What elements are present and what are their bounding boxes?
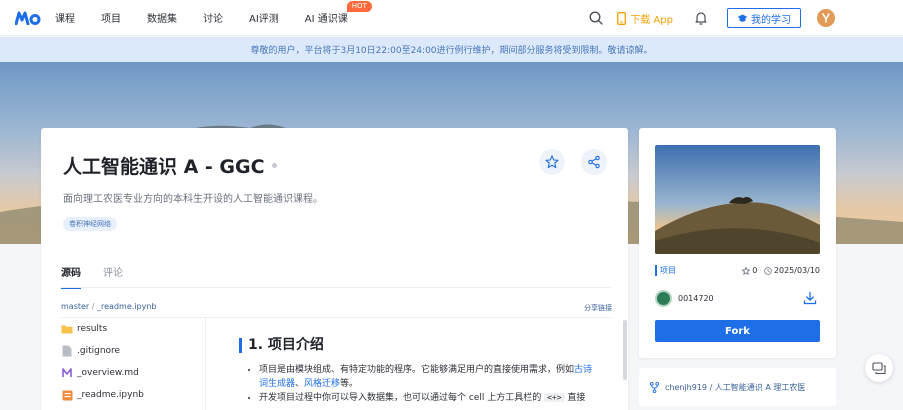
project-date: 2025/03/10 — [773, 266, 820, 275]
readme-bullet: 开发项目过程中你可以导入数据集，也可以通过每个 cell 上方工具栏的 <+> … — [259, 391, 599, 405]
fork-source-link[interactable]: chenjh919 / 人工智能通识 A 理工农医 — [665, 382, 805, 393]
file-row[interactable]: results — [61, 318, 205, 340]
readme-scrollbar[interactable] — [623, 320, 627, 380]
readme-list: 项目是由模块组成、有特定功能的程序。它能够满足用户的直接使用需求，例如古诗词生成… — [239, 363, 599, 405]
file-name: results — [77, 324, 108, 334]
folder-icon — [61, 323, 73, 335]
nav-discussion[interactable]: 讨论 — [203, 10, 223, 25]
nav-courses[interactable]: 课程 — [55, 10, 75, 25]
my-study-label: 我的学习 — [751, 14, 791, 26]
fork-button[interactable]: Fork — [655, 320, 820, 342]
project-info-card: 项目 0 · 2025/03/10 0014720 Fork — [639, 128, 836, 358]
tabs-divider — [61, 287, 611, 288]
bullet-text: 开发项目过程中你可以导入数据集，也可以通过每个 cell 上方工具栏的 — [259, 393, 542, 403]
owner-row: 0014720 — [655, 289, 820, 307]
nav-ai-course-label: AI 通识课 — [304, 14, 348, 25]
project-description: 面向理工农医专业方向的本科生开设的人工智能通识课程。 — [63, 194, 323, 205]
hot-badge: HOT — [346, 1, 372, 12]
share-icon — [588, 155, 600, 169]
star-button[interactable] — [539, 149, 565, 175]
graduation-cap-icon — [737, 14, 748, 22]
meta-stats: 0 · 2025/03/10 — [742, 266, 820, 275]
bullet-sep: 、 — [295, 379, 305, 389]
header-tools: 下载 App 我的学习 — [589, 0, 903, 36]
file-name: _overview.md — [77, 368, 139, 378]
file-row[interactable]: _readme.ipynb — [61, 384, 205, 406]
top-navbar: 课程 项目 数据集 讨论 AI评测 AI 通识课 HOT 下载 App 我的学习 — [0, 0, 903, 36]
project-meta: 项目 0 · 2025/03/10 — [655, 265, 820, 276]
file-row[interactable]: .gitignore — [61, 340, 205, 362]
tab-comments[interactable]: 评论 — [103, 264, 123, 289]
file-name: _readme.ipynb — [77, 390, 144, 400]
share-link-button[interactable]: 分享链接 — [584, 303, 612, 313]
star-count: 0 — [752, 266, 758, 275]
project-tag[interactable]: 卷积神经网络 — [63, 217, 117, 231]
file-tree: results .gitignore _overview.md _readme.… — [61, 318, 205, 406]
nav-ai-course[interactable]: AI 通识课 HOT — [304, 1, 372, 25]
download-app-label: 下载 App — [630, 14, 673, 26]
maintenance-notice: 尊敬的用户，平台将于3月10日22:00至24:00进行例行维护，期间部分服务将… — [0, 37, 903, 62]
main-nav: 课程 项目 数据集 讨论 AI评测 AI 通识课 HOT — [55, 1, 374, 25]
project-title: 人工智能通识 A - GGC — [63, 152, 277, 179]
bullet-text: 项目是由模块组成、有特定功能的程序。它能够满足用户的直接使用需求，例如 — [259, 365, 575, 375]
pane-divider — [205, 318, 206, 410]
project-type-label: 项目 — [655, 265, 676, 276]
fork-icon — [649, 381, 660, 393]
branch-link[interactable]: master — [61, 302, 89, 311]
phone-icon — [617, 11, 627, 25]
search-icon[interactable] — [589, 11, 603, 25]
visibility-dot — [271, 163, 277, 168]
project-tabs: 源码 评论 — [61, 264, 145, 289]
project-cover-image — [655, 145, 820, 254]
notebook-icon — [61, 389, 73, 401]
bullet-end: 直接 — [567, 393, 586, 403]
current-file-link[interactable]: _readme.ipynb — [97, 302, 156, 311]
file-icon — [61, 345, 73, 357]
user-avatar[interactable] — [817, 9, 835, 27]
nav-projects[interactable]: 项目 — [101, 10, 121, 25]
bullet-end: 等。 — [340, 379, 359, 389]
nav-ai-eval[interactable]: AI评测 — [249, 10, 279, 25]
readme-heading: 1. 项目介绍 — [239, 338, 599, 353]
tab-source[interactable]: 源码 — [61, 264, 81, 289]
readme-bullet: 项目是由模块组成、有特定功能的程序。它能够满足用户的直接使用需求，例如古诗词生成… — [259, 363, 599, 391]
owner-avatar[interactable] — [655, 289, 672, 307]
clock-icon — [764, 266, 772, 275]
bell-icon[interactable] — [695, 11, 707, 25]
project-card: 人工智能通识 A - GGC 面向理工农医专业方向的本科生开设的人工智能通识课程… — [41, 128, 628, 410]
meta-dot: · — [759, 266, 762, 275]
fork-source-card: chenjh919 / 人工智能通识 A 理工农医 — [639, 368, 836, 406]
star-icon — [742, 266, 751, 275]
file-row[interactable]: _overview.md — [61, 362, 205, 384]
chat-icon — [872, 361, 886, 374]
file-breadcrumb: master / _readme.ipynb — [61, 302, 156, 311]
download-app-link[interactable]: 下载 App — [617, 11, 673, 26]
share-button[interactable] — [581, 149, 607, 175]
my-study-button[interactable]: 我的学习 — [727, 8, 801, 28]
code-chip: <+> — [544, 393, 565, 402]
nav-datasets[interactable]: 数据集 — [147, 10, 177, 25]
style-transfer-link[interactable]: 风格迁移 — [304, 379, 340, 389]
owner-name[interactable]: 0014720 — [678, 294, 714, 303]
download-icon[interactable] — [800, 288, 820, 308]
markdown-icon — [61, 367, 73, 379]
feedback-chat-button[interactable] — [865, 354, 893, 382]
path-separator: / — [91, 302, 95, 311]
file-name: .gitignore — [77, 346, 121, 356]
project-title-text: 人工智能通识 A - GGC — [63, 156, 265, 178]
readme-preview: 1. 项目介绍 项目是由模块组成、有特定功能的程序。它能够满足用户的直接使用需求… — [239, 338, 599, 405]
star-icon — [545, 155, 559, 169]
site-logo[interactable] — [15, 10, 41, 26]
